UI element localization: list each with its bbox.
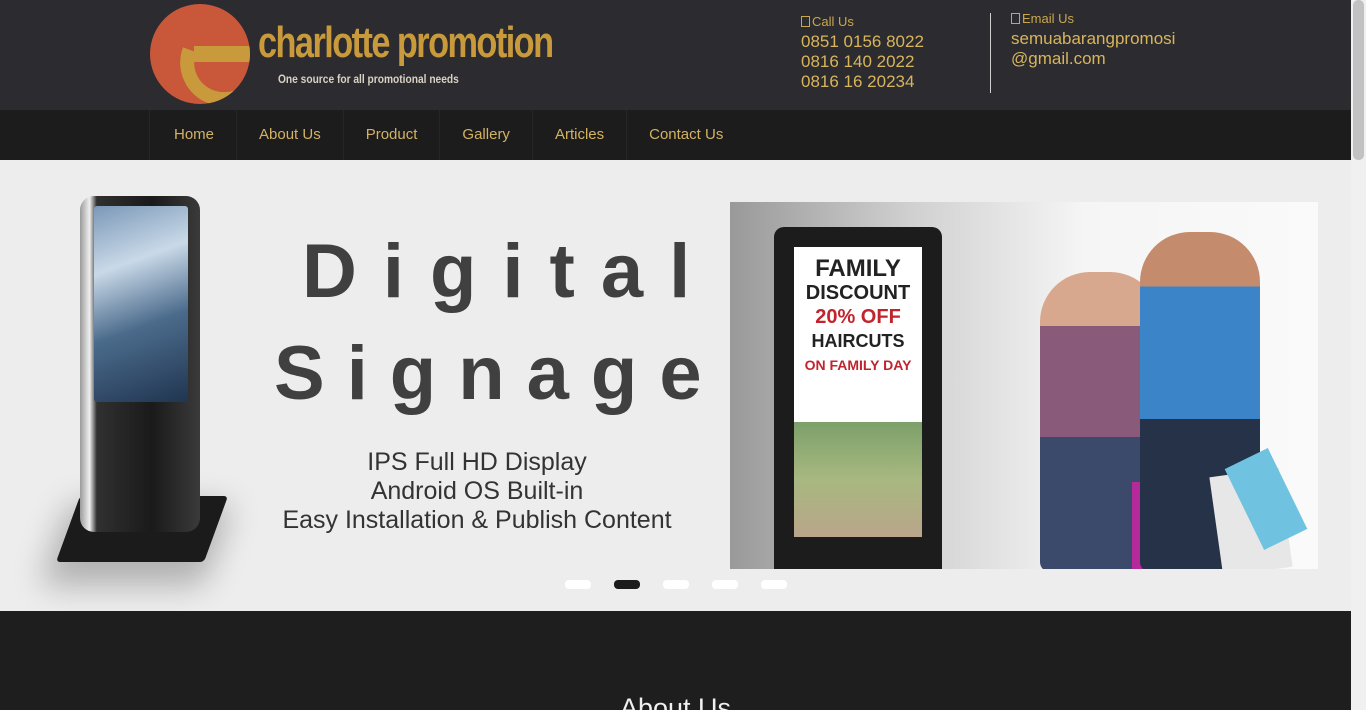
scrollbar-thumb[interactable] — [1353, 0, 1364, 160]
kiosk-screen — [94, 206, 188, 402]
nav-item-home[interactable]: Home — [149, 110, 236, 160]
header-divider — [990, 13, 991, 93]
site-header: charlotte promotion One source for all p… — [0, 0, 1351, 110]
call-us-label: Call Us — [812, 14, 854, 29]
email-address-part1[interactable]: semuabarangpromosi — [1011, 29, 1201, 49]
envelope-icon — [1011, 13, 1020, 24]
signage-display: FAMILY DISCOUNT 20% OFF HAIRCUTS ON FAMI… — [774, 227, 942, 569]
feature-item: Easy Installation & Publish Content — [282, 506, 672, 534]
slider-dot[interactable] — [761, 580, 787, 589]
promo-line: DISCOUNT — [805, 282, 911, 304]
logo-mark — [150, 4, 250, 104]
nav-item-gallery[interactable]: Gallery — [439, 110, 532, 160]
slider-dot[interactable] — [712, 580, 738, 589]
promo-line: 20% OFF — [815, 306, 901, 328]
nav-item-articles[interactable]: Articles — [531, 110, 626, 160]
feature-item: Android OS Built-in — [370, 477, 584, 505]
nav-item-product[interactable]: Product — [342, 110, 440, 160]
promo-line: HAIRCUTS — [811, 331, 905, 351]
feature-item: IPS Full HD Display — [367, 448, 587, 476]
main-navigation: Home About Us Product Gallery Articles C… — [0, 110, 1351, 160]
signage-screen: FAMILY DISCOUNT 20% OFF HAIRCUTS ON FAMI… — [794, 247, 922, 537]
slide-photo: FAMILY DISCOUNT 20% OFF HAIRCUTS ON FAMI… — [730, 202, 1318, 569]
slide-title-line2: Signage — [274, 331, 724, 416]
family-photo — [794, 422, 922, 537]
shoppers-image — [1020, 232, 1310, 569]
phone-number[interactable]: 0851 0156 8022 — [801, 32, 924, 52]
call-us-block: Call Us 0851 0156 8022 0816 140 2022 081… — [801, 14, 924, 92]
slide-features: IPS Full HD Display Android OS Built-in … — [270, 448, 684, 535]
promo-line: FAMILY — [815, 255, 901, 282]
nav-item-contact-us[interactable]: Contact Us — [626, 110, 745, 160]
slider-dot[interactable] — [565, 580, 591, 589]
kiosk-image — [80, 196, 200, 532]
page-scrollbar[interactable] — [1351, 0, 1366, 710]
phone-number[interactable]: 0816 16 20234 — [801, 72, 924, 92]
phone-icon — [801, 16, 810, 27]
about-section: About Us — [0, 611, 1351, 710]
logo-text: charlotte promotion — [258, 18, 554, 67]
slider-dot[interactable] — [663, 580, 689, 589]
email-address-part2[interactable]: @gmail.com — [1011, 49, 1201, 69]
slider-dot[interactable] — [614, 580, 640, 589]
phone-number[interactable]: 0816 140 2022 — [801, 52, 924, 72]
email-us-label: Email Us — [1022, 11, 1075, 26]
section-heading: About Us — [619, 693, 732, 710]
slider-pagination — [565, 580, 787, 589]
email-us-block: Email Us semuabarangpromosi @gmail.com — [1011, 11, 1201, 69]
site-logo[interactable]: charlotte promotion One source for all p… — [150, 4, 554, 106]
nav-item-about-us[interactable]: About Us — [236, 110, 343, 160]
slide-title-line1: Digital — [302, 229, 717, 314]
promo-line: ON FAMILY DAY — [804, 357, 912, 373]
logo-tagline: One source for all promotional needs — [278, 72, 459, 86]
